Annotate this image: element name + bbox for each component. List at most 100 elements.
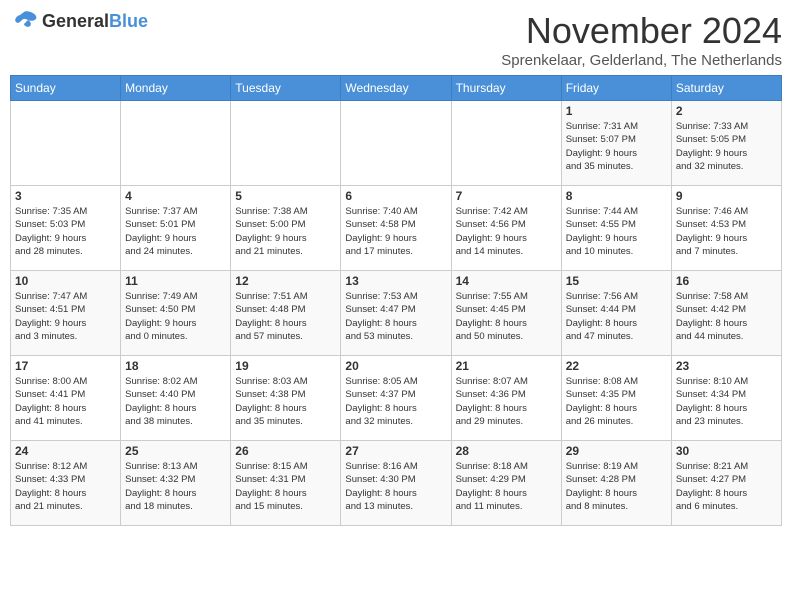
calendar-day-cell: 13Sunrise: 7:53 AM Sunset: 4:47 PM Dayli… — [341, 271, 451, 356]
header: GeneralBlue November 2024 Sprenkelaar, G… — [10, 10, 782, 69]
day-number: 13 — [345, 274, 446, 288]
title-section: November 2024 Sprenkelaar, Gelderland, T… — [501, 10, 782, 69]
calendar-day-cell: 12Sunrise: 7:51 AM Sunset: 4:48 PM Dayli… — [231, 271, 341, 356]
calendar-day-cell: 19 Sunrise: 8:03 AM Sunset: 4:38 PM Dayli… — [231, 356, 341, 441]
day-number: 30 — [676, 444, 777, 458]
day-number: 5 — [235, 189, 336, 203]
calendar-day-cell: 26 Sunrise: 8:15 AM Sunset: 4:31 PM Dayli… — [231, 441, 341, 526]
calendar-day-cell: 30 Sunrise: 8:21 AM Sunset: 4:27 PM Dayli… — [671, 441, 781, 526]
day-number: 27 — [345, 444, 446, 458]
day-number: 21 — [456, 359, 557, 373]
calendar-day-cell: 17 Sunrise: 8:00 AM Sunset: 4:41 PM Dayli… — [11, 356, 121, 441]
day-info: Sunrise: 7:44 AM Sunset: 4:55 PM Dayligh… — [566, 205, 667, 258]
calendar-day-cell: 15 Sunrise: 7:56 AM Sunset: 4:44 PM Dayli… — [561, 271, 671, 356]
day-info: Sunrise: 8:08 AM Sunset: 4:35 PM Dayligh… — [566, 375, 667, 428]
day-info: Sunrise: 7:46 AM Sunset: 4:53 PM Dayligh… — [676, 205, 777, 258]
calendar-day-cell: 20 Sunrise: 8:05 AM Sunset: 4:37 PM Dayli… — [341, 356, 451, 441]
day-info: Sunrise: 8:16 AM Sunset: 4:30 PM Dayligh… — [345, 460, 446, 513]
calendar-day-cell: 22 Sunrise: 8:08 AM Sunset: 4:35 PM Dayli… — [561, 356, 671, 441]
calendar-day-header: Tuesday — [231, 76, 341, 101]
day-info: Sunrise: 8:00 AM Sunset: 4:41 PM Dayligh… — [15, 375, 116, 428]
month-title: November 2024 — [501, 10, 782, 52]
day-info: Sunrise: 7:33 AM Sunset: 5:05 PM Dayligh… — [676, 120, 777, 173]
day-info: Sunrise: 7:38 AM Sunset: 5:00 PM Dayligh… — [235, 205, 336, 258]
day-number: 14 — [456, 274, 557, 288]
logo-text: GeneralBlue — [42, 11, 148, 32]
day-info: Sunrise: 7:58 AM Sunset: 4:42 PM Dayligh… — [676, 290, 777, 343]
calendar-day-cell: 29 Sunrise: 8:19 AM Sunset: 4:28 PM Dayli… — [561, 441, 671, 526]
location-subtitle: Sprenkelaar, Gelderland, The Netherlands — [501, 52, 782, 69]
calendar-day-cell: 18Sunrise: 8:02 AM Sunset: 4:40 PM Dayli… — [121, 356, 231, 441]
calendar-day-cell: 9Sunrise: 7:46 AM Sunset: 4:53 PM Daylig… — [671, 186, 781, 271]
day-number: 8 — [566, 189, 667, 203]
day-number: 1 — [566, 104, 667, 118]
day-info: Sunrise: 7:55 AM Sunset: 4:45 PM Dayligh… — [456, 290, 557, 343]
day-info: Sunrise: 8:18 AM Sunset: 4:29 PM Dayligh… — [456, 460, 557, 513]
day-info: Sunrise: 8:21 AM Sunset: 4:27 PM Dayligh… — [676, 460, 777, 513]
day-info: Sunrise: 7:51 AM Sunset: 4:48 PM Dayligh… — [235, 290, 336, 343]
day-number: 15 — [566, 274, 667, 288]
calendar-day-cell: 4 Sunrise: 7:37 AM Sunset: 5:01 PM Daylig… — [121, 186, 231, 271]
calendar-day-header: Sunday — [11, 76, 121, 101]
day-info: Sunrise: 8:19 AM Sunset: 4:28 PM Dayligh… — [566, 460, 667, 513]
day-number: 11 — [125, 274, 226, 288]
calendar-day-cell: 11 Sunrise: 7:49 AM Sunset: 4:50 PM Dayli… — [121, 271, 231, 356]
calendar-header-row: SundayMondayTuesdayWednesdayThursdayFrid… — [11, 76, 782, 101]
calendar-day-header: Thursday — [451, 76, 561, 101]
day-info: Sunrise: 7:35 AM Sunset: 5:03 PM Dayligh… — [15, 205, 116, 258]
calendar-day-cell — [121, 101, 231, 186]
calendar-day-cell: 28 Sunrise: 8:18 AM Sunset: 4:29 PM Dayli… — [451, 441, 561, 526]
calendar-day-cell: 8 Sunrise: 7:44 AM Sunset: 4:55 PM Daylig… — [561, 186, 671, 271]
day-number: 4 — [125, 189, 226, 203]
day-number: 20 — [345, 359, 446, 373]
logo-icon — [10, 10, 38, 32]
day-number: 6 — [345, 189, 446, 203]
day-info: Sunrise: 8:10 AM Sunset: 4:34 PM Dayligh… — [676, 375, 777, 428]
day-number: 7 — [456, 189, 557, 203]
day-info: Sunrise: 8:03 AM Sunset: 4:38 PM Dayligh… — [235, 375, 336, 428]
calendar-week-row: 17 Sunrise: 8:00 AM Sunset: 4:41 PM Dayli… — [11, 356, 782, 441]
day-number: 16 — [676, 274, 777, 288]
day-number: 23 — [676, 359, 777, 373]
day-info: Sunrise: 8:13 AM Sunset: 4:32 PM Dayligh… — [125, 460, 226, 513]
calendar-week-row: 10Sunrise: 7:47 AM Sunset: 4:51 PM Dayli… — [11, 271, 782, 356]
calendar-day-cell — [11, 101, 121, 186]
day-info: Sunrise: 7:31 AM Sunset: 5:07 PM Dayligh… — [566, 120, 667, 173]
calendar-day-cell — [231, 101, 341, 186]
day-number: 29 — [566, 444, 667, 458]
logo: GeneralBlue — [10, 10, 148, 32]
logo-blue: Blue — [109, 11, 148, 31]
day-info: Sunrise: 7:40 AM Sunset: 4:58 PM Dayligh… — [345, 205, 446, 258]
day-number: 3 — [15, 189, 116, 203]
day-number: 19 — [235, 359, 336, 373]
day-number: 22 — [566, 359, 667, 373]
calendar-day-cell: 10Sunrise: 7:47 AM Sunset: 4:51 PM Dayli… — [11, 271, 121, 356]
calendar-day-cell: 25Sunrise: 8:13 AM Sunset: 4:32 PM Dayli… — [121, 441, 231, 526]
day-info: Sunrise: 8:12 AM Sunset: 4:33 PM Dayligh… — [15, 460, 116, 513]
day-info: Sunrise: 7:56 AM Sunset: 4:44 PM Dayligh… — [566, 290, 667, 343]
calendar-day-cell: 23 Sunrise: 8:10 AM Sunset: 4:34 PM Dayli… — [671, 356, 781, 441]
calendar-day-cell: 16 Sunrise: 7:58 AM Sunset: 4:42 PM Dayli… — [671, 271, 781, 356]
calendar-day-header: Saturday — [671, 76, 781, 101]
calendar-day-cell — [341, 101, 451, 186]
day-info: Sunrise: 8:05 AM Sunset: 4:37 PM Dayligh… — [345, 375, 446, 428]
calendar-day-cell — [451, 101, 561, 186]
day-info: Sunrise: 7:49 AM Sunset: 4:50 PM Dayligh… — [125, 290, 226, 343]
calendar-day-cell: 14 Sunrise: 7:55 AM Sunset: 4:45 PM Dayli… — [451, 271, 561, 356]
day-info: Sunrise: 7:47 AM Sunset: 4:51 PM Dayligh… — [15, 290, 116, 343]
day-info: Sunrise: 7:37 AM Sunset: 5:01 PM Dayligh… — [125, 205, 226, 258]
calendar-week-row: 24Sunrise: 8:12 AM Sunset: 4:33 PM Dayli… — [11, 441, 782, 526]
calendar-day-cell: 5 Sunrise: 7:38 AM Sunset: 5:00 PM Daylig… — [231, 186, 341, 271]
calendar-day-header: Friday — [561, 76, 671, 101]
day-number: 26 — [235, 444, 336, 458]
calendar-week-row: 3 Sunrise: 7:35 AM Sunset: 5:03 PM Daylig… — [11, 186, 782, 271]
calendar-day-cell: 27 Sunrise: 8:16 AM Sunset: 4:30 PM Dayli… — [341, 441, 451, 526]
day-number: 17 — [15, 359, 116, 373]
calendar-day-cell: 2Sunrise: 7:33 AM Sunset: 5:05 PM Daylig… — [671, 101, 781, 186]
day-info: Sunrise: 8:15 AM Sunset: 4:31 PM Dayligh… — [235, 460, 336, 513]
calendar-day-header: Wednesday — [341, 76, 451, 101]
logo-general: General — [42, 11, 109, 31]
calendar-day-header: Monday — [121, 76, 231, 101]
calendar-day-cell: 3 Sunrise: 7:35 AM Sunset: 5:03 PM Daylig… — [11, 186, 121, 271]
day-number: 28 — [456, 444, 557, 458]
